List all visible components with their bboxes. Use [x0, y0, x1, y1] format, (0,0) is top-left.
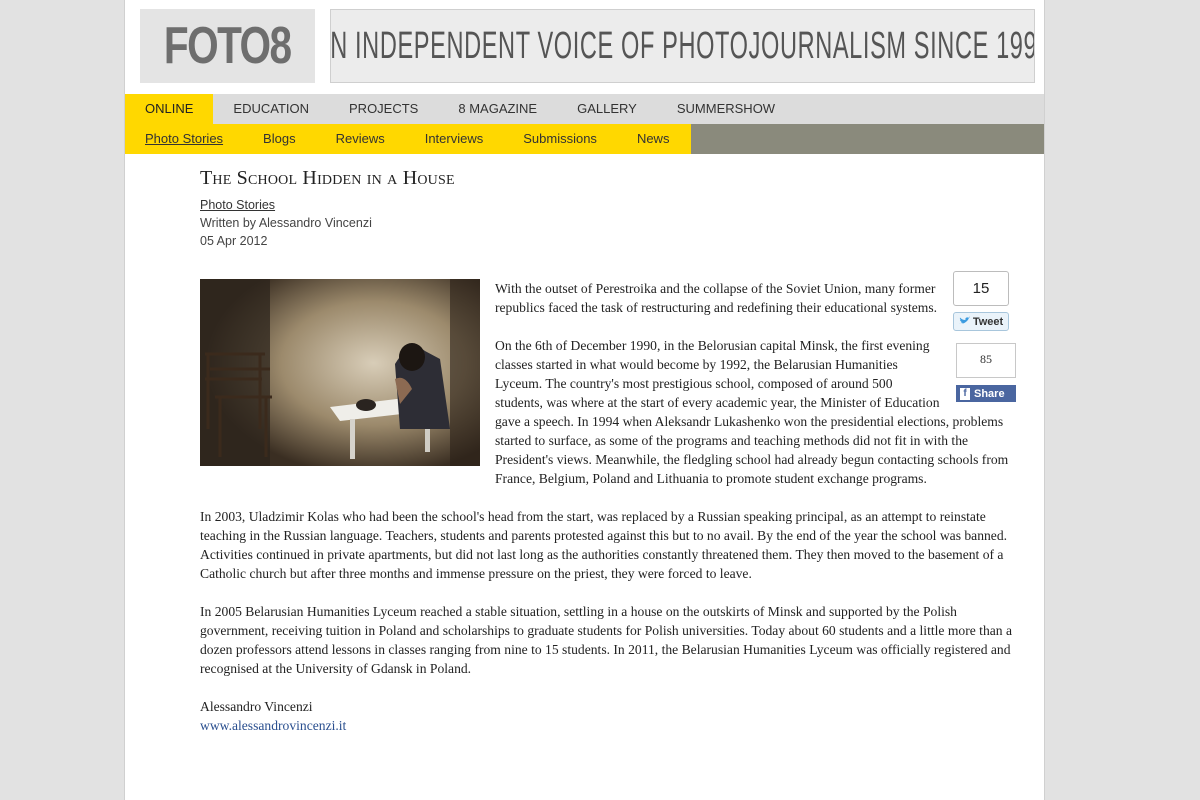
- share-count: 85: [956, 343, 1016, 378]
- tweet-count: 15: [953, 271, 1009, 306]
- sub-nav-item-photo-stories[interactable]: Photo Stories: [125, 124, 243, 154]
- article-photo: [200, 279, 480, 466]
- share-label: Share: [974, 387, 1005, 400]
- facebook-icon: f: [960, 387, 970, 400]
- page-container: FOTO8 AN INDEPENDENT VOICE OF PHOTOJOURN…: [124, 0, 1045, 800]
- sub-nav-links: Photo Stories Blogs Reviews Interviews S…: [125, 124, 691, 154]
- sub-nav-item-reviews[interactable]: Reviews: [316, 124, 405, 154]
- share-button[interactable]: f Share: [956, 385, 1016, 402]
- tweet-widget: 15 Tweet: [953, 271, 1009, 331]
- article-paragraph: In 2003, Uladzimir Kolas who had been th…: [200, 509, 1008, 581]
- tweet-button[interactable]: Tweet: [953, 312, 1009, 331]
- photo-student-studying: [200, 279, 480, 466]
- main-nav-item-summershow[interactable]: SUMMERSHOW: [657, 94, 795, 124]
- main-nav-item-projects[interactable]: PROJECTS: [329, 94, 438, 124]
- main-nav: ONLINE EDUCATION PROJECTS 8 MAGAZINE GAL…: [125, 94, 1044, 124]
- main-nav-item-education[interactable]: EDUCATION: [213, 94, 329, 124]
- article-body: With the outset of Perestroika and the c…: [200, 279, 1020, 735]
- twitter-bird-icon: [958, 316, 970, 328]
- sub-nav-item-news[interactable]: News: [617, 124, 690, 154]
- signature-name: Alessandro Vincenzi: [200, 699, 313, 714]
- logo-text: FOTO8: [164, 17, 292, 75]
- article-author: Written by Alessandro Vincenzi: [200, 216, 372, 230]
- tweet-label: Tweet: [972, 315, 1004, 328]
- main-nav-item-gallery[interactable]: GALLERY: [557, 94, 657, 124]
- site-tagline: AN INDEPENDENT VOICE OF PHOTOJOURNALISM …: [330, 9, 1035, 83]
- sub-nav-item-blogs[interactable]: Blogs: [243, 124, 316, 154]
- tagline-text: AN INDEPENDENT VOICE OF PHOTOJOURNALISM …: [330, 24, 1035, 67]
- article-title: The School Hidden in a House: [200, 167, 455, 189]
- article-category-link[interactable]: Photo Stories: [200, 198, 275, 212]
- article-date: 05 Apr 2012: [200, 234, 268, 248]
- facebook-share-widget: 85 f Share: [956, 343, 1016, 402]
- signature-website-link[interactable]: www.alessandrovincenzi.it: [200, 718, 346, 733]
- main-nav-item-online[interactable]: ONLINE: [125, 94, 214, 124]
- sub-nav-item-submissions[interactable]: Submissions: [503, 124, 617, 154]
- main-nav-item-8-magazine[interactable]: 8 MAGAZINE: [438, 94, 557, 124]
- sub-nav-item-interviews[interactable]: Interviews: [405, 124, 504, 154]
- sub-nav: Photo Stories Blogs Reviews Interviews S…: [125, 124, 1044, 154]
- site-logo[interactable]: FOTO8: [140, 9, 315, 83]
- article-paragraph: In 2005 Belarusian Humanities Lyceum rea…: [200, 604, 1013, 676]
